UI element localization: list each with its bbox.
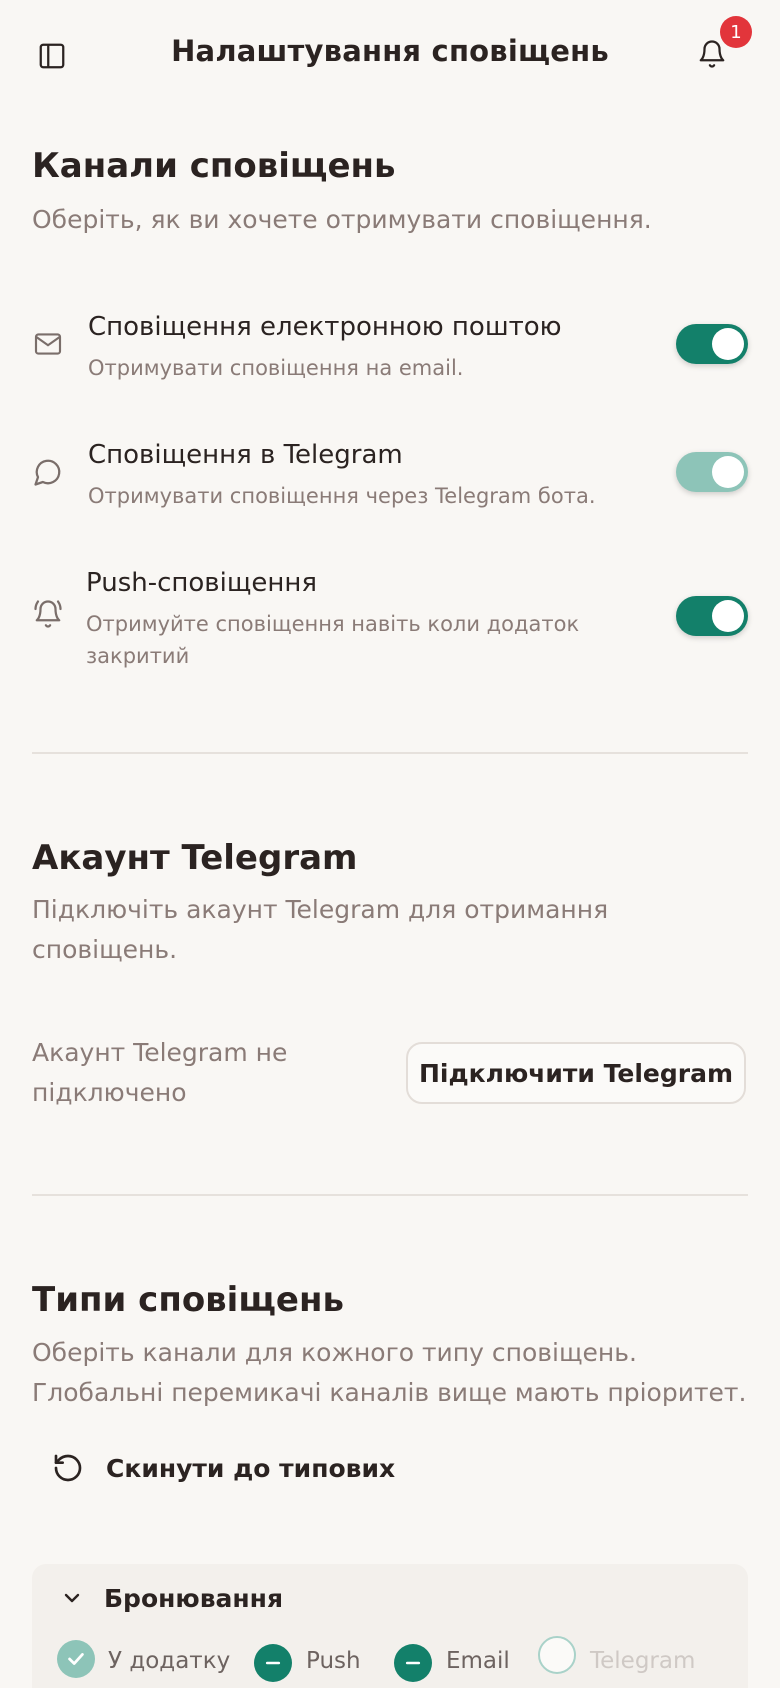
push-channel-title: Push-сповіщення [86,568,317,598]
reset-defaults-label: Скинути до типових [106,1453,396,1483]
telegram-label: Telegram [590,1648,696,1674]
telegram-channel-title: Сповіщення в Telegram [88,440,403,470]
chevron-down-icon[interactable] [56,1582,88,1614]
telegram-account-subtitle-line1: Підключіть акаунт Telegram для отримання [32,895,609,924]
notification-types-subtitle-line1: Оберіть канали для кожного типу сповіщен… [32,1338,637,1367]
push-channel-toggle[interactable] [676,596,748,636]
telegram-channel-toggle[interactable] [676,452,748,492]
toggle-knob [712,600,744,632]
email-channel-title: Сповіщення електронною поштою [88,312,562,342]
email-channel-toggle[interactable] [676,324,748,364]
minus-icon [265,1661,281,1665]
divider [32,752,748,754]
reset-icon [54,1454,82,1482]
channels-heading: Канали сповіщень [32,146,396,186]
divider [32,1194,748,1196]
bell-ringing-icon [30,596,66,632]
email-checkbox[interactable] [394,1644,432,1682]
page-title: Налаштування сповіщень [171,34,609,68]
channels-subtitle: Оберіть, як ви хочете отримувати сповіще… [32,205,652,234]
toggle-knob [712,456,744,488]
toggle-knob [712,328,744,360]
group-title-booking[interactable]: Бронювання [104,1584,283,1613]
notification-types-heading: Типи сповіщень [32,1280,344,1320]
email-label: Email [446,1648,510,1674]
in-app-label: У додатку [108,1648,231,1674]
telegram-status-line2: підключено [32,1078,187,1107]
reset-defaults-button[interactable]: Скинути до типових [52,1446,395,1490]
telegram-status-line1: Акаунт Telegram не [32,1038,288,1067]
minus-icon [405,1661,421,1665]
telegram-channel-subtitle: Отримувати сповіщення через Telegram бот… [88,484,596,508]
telegram-account-heading: Акаунт Telegram [32,838,358,878]
push-label: Push [306,1648,361,1674]
push-channel-subtitle-line2: закритий [86,644,190,668]
check-icon [68,1653,84,1665]
email-channel-subtitle: Отримувати сповіщення на email. [88,356,464,380]
telegram-account-subtitle-line2: сповіщень. [32,935,178,964]
connect-telegram-button[interactable]: Підключити Telegram [406,1042,746,1104]
mail-icon [30,326,66,362]
bell-icon [699,40,725,68]
notification-count-badge: 1 [720,16,752,48]
telegram-checkbox[interactable] [538,1636,576,1674]
in-app-checkbox[interactable] [57,1640,95,1678]
chat-bubble-icon [30,454,66,490]
push-channel-subtitle-line1: Отримуйте сповіщення навіть коли додаток [86,612,580,636]
notification-types-subtitle-line2: Глобальні перемикачі каналів вище мають … [32,1378,747,1407]
push-checkbox[interactable] [254,1644,292,1682]
